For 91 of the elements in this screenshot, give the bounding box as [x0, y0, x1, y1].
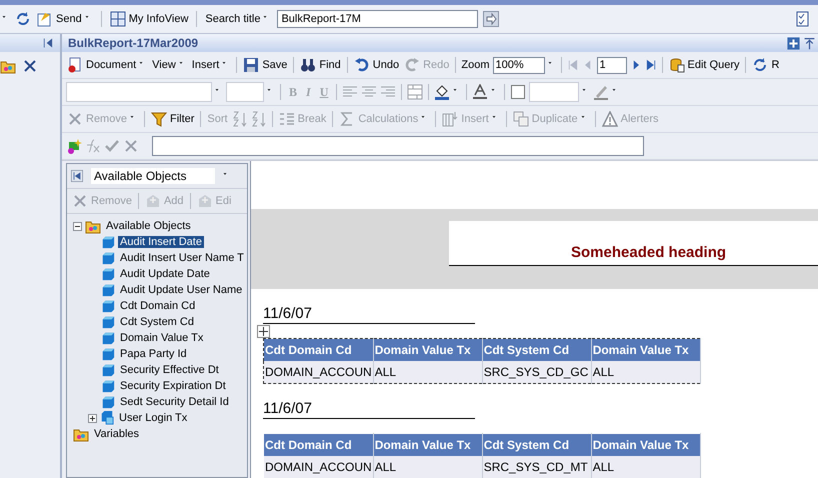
report-table[interactable]: Cdt Domain Cd Domain Value Tx Cdt System Cd Domain Value Tx DOMAIN_ACCOUN ALL SRC_SYS_CD_GC ALL: [263, 338, 701, 384]
object-icon: [101, 251, 115, 265]
document-menu[interactable]: Document: [66, 57, 148, 73]
column-header: Domain Value Tx: [591, 338, 700, 361]
tree-item[interactable]: Audit Update User Name: [118, 284, 244, 296]
formula-field[interactable]: [152, 136, 644, 156]
tree-folder[interactable]: Available Objects: [104, 220, 193, 232]
object-icon: [101, 347, 115, 361]
my-infoview-button[interactable]: My InfoView: [108, 11, 190, 27]
undo-icon: [354, 57, 370, 73]
column-header: Cdt Domain Cd: [264, 338, 374, 361]
section-date: 11/6/07: [263, 400, 475, 419]
zoom-label: Zoom: [461, 59, 490, 71]
table-cell: DOMAIN_ACCOUN: [264, 456, 374, 478]
table-cell: DOMAIN_ACCOUN: [264, 361, 374, 384]
section-date: 11/6/07: [263, 305, 475, 324]
send-menu[interactable]: Send: [36, 11, 94, 27]
column-header: Cdt Domain Cd: [264, 434, 374, 456]
refresh-icon: [15, 11, 31, 27]
save-button[interactable]: Save: [242, 57, 288, 73]
table-cell: ALL: [373, 456, 482, 478]
tree-item[interactable]: Audit Insert User Name T: [118, 252, 246, 264]
refresh-icon: [752, 57, 768, 73]
move-handle-icon[interactable]: [257, 325, 270, 338]
find-button[interactable]: Find: [299, 57, 342, 73]
insert-menu[interactable]: Insert: [190, 59, 232, 71]
first-icon: [566, 59, 579, 71]
table-cell: ALL: [373, 361, 482, 384]
refresh-button[interactable]: R: [751, 57, 780, 73]
report-table[interactable]: Cdt Domain Cd Domain Value Tx Cdt System Cd Domain Value Tx DOMAIN_ACCOUN ALL SRC_SYS_CD_MT ALL: [263, 433, 701, 478]
object-icon: [101, 315, 115, 329]
object-icon: [101, 283, 115, 297]
fx-icon: [85, 138, 101, 154]
report-heading: Someheaded heading: [571, 244, 726, 261]
search-field[interactable]: BulkReport-17M: [277, 10, 478, 28]
table-cell: SRC_SYS_CD_GC: [482, 361, 592, 384]
document-title: BulkReport-17Mar2009: [68, 36, 198, 50]
warning-icon: [602, 111, 618, 127]
duplicate-icon: [512, 111, 529, 127]
fontcolor-icon: [472, 84, 488, 100]
object-icon: [101, 363, 115, 377]
object-icon: [101, 331, 115, 345]
column-header: Cdt System Cd: [482, 338, 592, 361]
go-icon: [483, 11, 500, 27]
object-icon: [101, 235, 115, 249]
expand-toggle[interactable]: [88, 414, 97, 422]
last-icon: [644, 59, 657, 71]
column-header: Domain Value Tx: [373, 434, 482, 456]
pen-icon: [593, 84, 610, 100]
object-icon: [101, 267, 115, 281]
tree-item[interactable]: Papa Party Id: [118, 348, 189, 360]
grid-icon: [110, 11, 126, 27]
binoculars-icon: [300, 57, 316, 73]
tree-item[interactable]: Security Expiration Dt: [118, 380, 228, 392]
zoom-field[interactable]: 100%: [492, 56, 545, 74]
tree-item[interactable]: Security Effective Dt: [118, 364, 221, 376]
view-menu[interactable]: View: [151, 59, 188, 71]
send-icon: [37, 11, 53, 27]
tree-item[interactable]: User Login Tx: [117, 412, 190, 424]
tree-item[interactable]: Cdt System Cd: [118, 316, 196, 328]
tree-folder[interactable]: Variables: [92, 428, 142, 440]
check-icon: [104, 138, 120, 154]
border-icon: [510, 84, 526, 100]
tree-item[interactable]: Domain Value Tx: [118, 332, 206, 344]
column-header: Domain Value Tx: [591, 434, 700, 456]
redo-icon: [404, 57, 420, 73]
object-icon: [101, 379, 115, 393]
collapse-icon: [42, 37, 54, 49]
tree-item[interactable]: Audit Insert Date: [118, 236, 204, 248]
object-icon: [101, 299, 115, 313]
search-title-menu[interactable]: Search title: [204, 13, 272, 25]
undo-button[interactable]: Undo: [352, 57, 400, 73]
tree-item[interactable]: Sedt Security Detail Id: [118, 396, 231, 408]
collapse-toggle[interactable]: [73, 222, 82, 230]
table-cell: ALL: [591, 456, 700, 478]
filter-button[interactable]: Filter: [150, 111, 196, 127]
table-cell: ALL: [591, 361, 700, 384]
cross-icon: [72, 193, 88, 209]
object-icon: [101, 395, 115, 409]
tree-item[interactable]: Audit Update Date: [118, 268, 212, 280]
cross-icon: [67, 111, 83, 127]
column-header: Domain Value Tx: [373, 338, 482, 361]
funnel-icon: [150, 111, 167, 127]
page-field[interactable]: 1: [596, 56, 627, 74]
edit-query-button[interactable]: Edit Query: [668, 57, 740, 73]
column-header: Cdt System Cd: [482, 434, 592, 456]
object-dropdown[interactable]: Available Objects: [91, 168, 215, 184]
cross-icon: [123, 138, 139, 154]
tree-item[interactable]: Cdt Domain Cd: [118, 300, 198, 312]
save-icon: [243, 57, 260, 73]
table-cell: SRC_SYS_CD_MT: [482, 456, 592, 478]
